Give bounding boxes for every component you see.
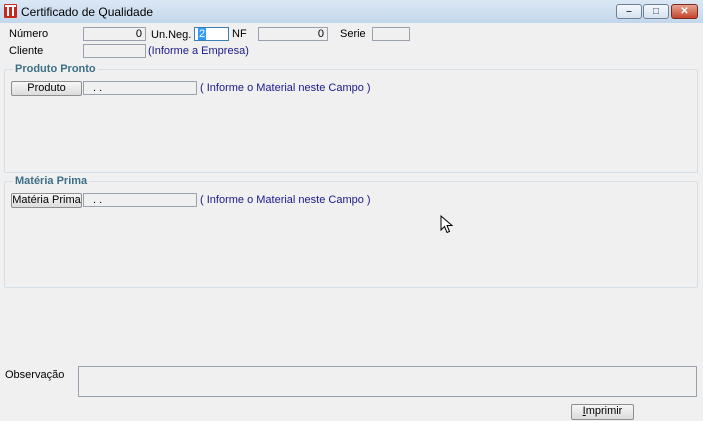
produto-hint: ( Informe o Material neste Campo ) [200, 82, 371, 94]
form-body: Número 0 Un.Neg. 2 NF 0 Serie Cliente (I… [0, 23, 703, 421]
materia-prima-field[interactable]: . . [83, 193, 197, 207]
imprimir-button[interactable]: Imprimir [571, 404, 634, 420]
minimize-button[interactable]: – [616, 4, 642, 19]
produto-field-value: . . [93, 82, 103, 94]
numero-field[interactable]: 0 [83, 27, 146, 41]
mouse-pointer-icon [440, 215, 454, 234]
imprimir-label: mprimir [585, 405, 623, 417]
produto-button[interactable]: Produto [11, 81, 82, 96]
materia-prima-button[interactable]: Matéria Prima [11, 193, 82, 208]
close-button[interactable]: ✕ [671, 4, 698, 19]
close-icon: ✕ [680, 6, 689, 17]
serie-field[interactable] [372, 27, 410, 41]
unneg-value: 2 [198, 28, 207, 40]
cliente-label: Cliente [9, 45, 44, 57]
app-icon [4, 4, 17, 18]
materia-prima-group: Matéria Prima Matéria Prima . . ( Inform… [4, 175, 698, 288]
cliente-hint: (Informe a Empresa) [148, 45, 249, 57]
cliente-field[interactable] [83, 44, 146, 58]
numero-label: Número [9, 28, 49, 40]
maximize-icon: □ [652, 6, 660, 17]
unneg-field[interactable]: 2 [194, 27, 229, 41]
maximize-button[interactable]: □ [643, 4, 669, 19]
nf-label: NF [232, 28, 247, 40]
title-bar: Certificado de Qualidade – □ ✕ [0, 0, 703, 24]
materia-prima-field-value: . . [93, 194, 103, 206]
materia-prima-hint: ( Informe o Material neste Campo ) [200, 194, 371, 206]
produto-pronto-title: Produto Pronto [13, 63, 98, 75]
observacao-label: Observação [5, 369, 65, 381]
serie-label: Serie [340, 28, 366, 40]
materia-prima-title: Matéria Prima [13, 175, 90, 187]
produto-pronto-group: Produto Pronto Produto . . ( Informe o M… [4, 63, 698, 173]
minimize-icon: – [626, 6, 632, 17]
window-title: Certificado de Qualidade [21, 5, 154, 19]
produto-field[interactable]: . . [83, 81, 197, 95]
unneg-label: Un.Neg. [151, 29, 192, 41]
observacao-field[interactable] [78, 366, 697, 397]
nf-field[interactable]: 0 [258, 27, 328, 41]
